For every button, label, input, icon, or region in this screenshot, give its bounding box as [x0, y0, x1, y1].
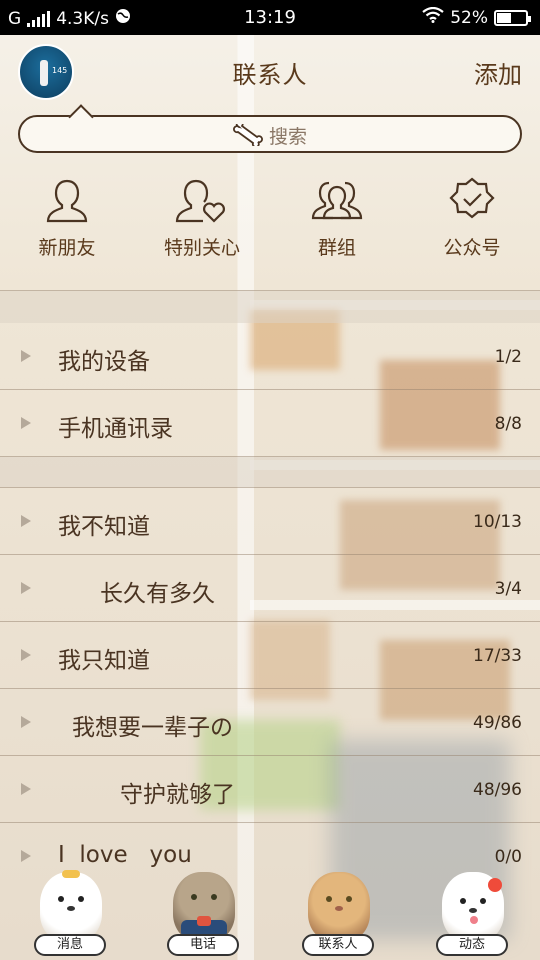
- nav-label: 动态: [436, 934, 508, 956]
- group-name: I love you: [58, 842, 192, 868]
- nav-label: 电话: [167, 934, 239, 956]
- search-bar[interactable]: 搜索: [18, 104, 522, 153]
- action-official-accounts[interactable]: 公众号: [412, 175, 532, 260]
- bottom-nav: 消息 电话 联系人 动态: [0, 868, 540, 960]
- nav-messages[interactable]: 消息: [20, 868, 120, 960]
- status-bar: G 4.3K/s 13:19 52%: [0, 0, 540, 35]
- battery-icon: [494, 9, 531, 26]
- action-label: 新朋友: [38, 237, 96, 259]
- group-count: 48/96: [473, 780, 522, 800]
- nav-phone[interactable]: 电话: [153, 868, 253, 960]
- group-count: 17/33: [473, 646, 522, 666]
- group-name: 长久有多久: [100, 581, 215, 607]
- expand-arrow-icon: [21, 850, 31, 862]
- group-name: 我想要一辈子の: [72, 715, 233, 741]
- notification-dot: [488, 878, 502, 892]
- expand-arrow-icon: [21, 417, 31, 429]
- page-title: 联系人: [232, 61, 308, 89]
- group-count: 0/0: [494, 847, 522, 867]
- cat-mascot-icon: [173, 872, 235, 942]
- bone-icon: [233, 120, 263, 151]
- battery-level: [497, 12, 511, 23]
- group-count: 1/2: [494, 347, 522, 367]
- expand-arrow-icon: [21, 649, 31, 661]
- cat-mascot-icon: [308, 872, 370, 942]
- list-item[interactable]: 我不知道 10/13: [0, 487, 540, 555]
- wifi-icon: [422, 6, 444, 28]
- header: 145 联系人 添加: [0, 35, 540, 110]
- expand-arrow-icon: [21, 716, 31, 728]
- group-icon: [311, 181, 363, 220]
- action-label: 群组: [317, 237, 356, 259]
- battery-percent: 52%: [450, 7, 488, 28]
- dog-mascot-icon: [40, 870, 102, 942]
- group-name: 守护就够了: [120, 782, 235, 808]
- action-special-care[interactable]: 特别关心: [142, 175, 262, 260]
- quick-actions: 新朋友 特别关心 群组 公众号: [0, 175, 540, 275]
- group-count: 10/13: [473, 512, 522, 532]
- list-item[interactable]: 我只知道 17/33: [0, 622, 540, 689]
- group-count: 3/4: [494, 579, 522, 599]
- list-item[interactable]: 我的设备 1/2: [0, 323, 540, 390]
- expand-arrow-icon: [21, 582, 31, 594]
- action-groups[interactable]: 群组: [277, 175, 397, 260]
- nav-label: 联系人: [302, 934, 374, 956]
- nav-contacts[interactable]: 联系人: [288, 868, 388, 960]
- list-separator: [0, 457, 540, 487]
- list-item[interactable]: 守护就够了 48/96: [0, 756, 540, 823]
- nav-label: 消息: [34, 934, 106, 956]
- person-heart-icon: [175, 179, 225, 223]
- expand-arrow-icon: [21, 783, 31, 795]
- contact-group-list: 我的设备 1/2 手机通讯录 8/8 我不知道 10/13 长久有多久 3/4 …: [0, 290, 540, 889]
- list-item[interactable]: 长久有多久 3/4: [0, 555, 540, 622]
- badge-check-icon: [449, 177, 495, 219]
- group-name: 手机通讯录: [58, 416, 173, 442]
- person-icon: [46, 179, 88, 223]
- list-separator: [0, 290, 540, 323]
- add-button[interactable]: 添加: [474, 55, 522, 90]
- group-count: 8/8: [494, 414, 522, 434]
- group-name: 我的设备: [58, 349, 150, 375]
- expand-arrow-icon: [21, 515, 31, 527]
- list-item[interactable]: 我想要一辈子の 49/86: [0, 689, 540, 756]
- action-new-friends[interactable]: 新朋友: [7, 175, 127, 260]
- expand-arrow-icon: [21, 350, 31, 362]
- action-label: 特别关心: [163, 237, 240, 259]
- search-placeholder: 搜索: [268, 126, 307, 148]
- nav-moments[interactable]: 动态: [422, 868, 522, 960]
- group-name: 我不知道: [58, 514, 150, 540]
- list-item[interactable]: 手机通讯录 8/8: [0, 390, 540, 457]
- action-label: 公众号: [443, 237, 501, 259]
- group-count: 49/86: [473, 713, 522, 733]
- group-name: 我只知道: [58, 648, 150, 674]
